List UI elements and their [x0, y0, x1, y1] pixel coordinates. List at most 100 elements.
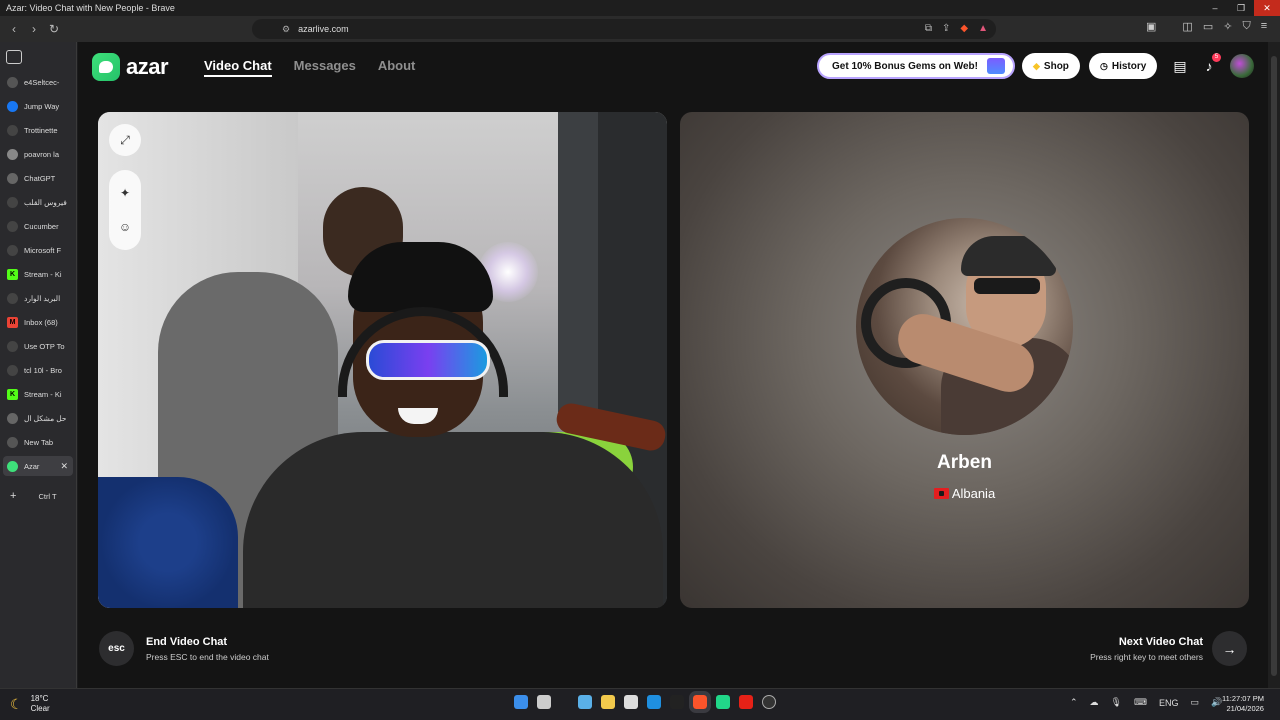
app-icon[interactable] [670, 695, 684, 709]
next-chat-hint: Press right key to meet others [1090, 652, 1203, 662]
start-icon[interactable] [514, 695, 528, 709]
arrow-right-icon: → [1222, 640, 1237, 657]
shop-button[interactable]: ◆ Shop [1022, 53, 1080, 79]
favicon-icon [7, 220, 18, 232]
tab-label: Cucumber [24, 221, 59, 231]
sidebar-tab[interactable]: tcl 10l - Bro [3, 360, 73, 380]
sidebar-tab[interactable]: ChatGPT [3, 168, 73, 188]
taskbar-apps [514, 691, 776, 713]
reload-button[interactable]: ↻ [44, 19, 64, 39]
face-filter-icon[interactable]: ☺ [119, 220, 131, 234]
tab-label: Trottinette [24, 125, 58, 135]
edge-icon[interactable] [647, 695, 661, 709]
keyboard-icon[interactable]: ⌨ [1134, 697, 1147, 708]
sidebar-tab[interactable]: K Stream - Ki [3, 384, 73, 404]
nav-messages[interactable]: Messages [294, 58, 356, 77]
open-external-icon[interactable]: ⧉ [925, 23, 932, 34]
nav-about[interactable]: About [378, 58, 416, 77]
tab-panel-toggle-icon[interactable] [6, 50, 22, 64]
fullscreen-button[interactable]: ⤢ [109, 124, 141, 156]
tab-label: فيروس القلب [24, 197, 67, 207]
favicon-icon: K [7, 388, 18, 400]
wallet-icon[interactable]: ▭ [1203, 20, 1213, 33]
language-indicator[interactable]: ENG [1159, 698, 1179, 708]
sidebar-tab[interactable]: حل مشكل ال [3, 408, 73, 428]
sidebar-tab[interactable]: Use OTP To [3, 336, 73, 356]
url-text[interactable]: azarlive.com [298, 24, 349, 34]
sidebar-tab[interactable]: Cucumber [3, 216, 73, 236]
inbox-icon[interactable]: ▤ [1171, 58, 1189, 74]
end-chat-hint: Press ESC to end the video chat [146, 652, 269, 662]
volume-icon[interactable]: 🔊 [1211, 697, 1222, 708]
nav-video-chat[interactable]: Video Chat [204, 58, 272, 77]
next-chat-title: Next Video Chat [1118, 636, 1203, 648]
weather-condition: Clear [30, 704, 50, 713]
bell-icon[interactable]: ♪ 5 [1200, 53, 1221, 74]
end-chat-button[interactable]: esc [99, 631, 134, 666]
azar-logo[interactable]: azar [92, 53, 169, 81]
gift-icon [987, 58, 1005, 74]
favicon-icon: M [7, 316, 18, 328]
history-button[interactable]: ◷ History [1089, 53, 1158, 79]
microphone-icon[interactable]: 🎙 [1111, 697, 1122, 708]
network-icon[interactable]: ▭ [1191, 697, 1200, 708]
extensions-icon[interactable]: ✧ [1223, 20, 1232, 33]
back-button[interactable]: ‹ [4, 19, 24, 39]
task-view-icon[interactable] [537, 695, 551, 709]
page-scrollbar[interactable] [1268, 42, 1280, 688]
pycharm-icon[interactable] [716, 695, 730, 709]
sidebar-tab[interactable]: Azar ✕ [3, 456, 73, 476]
chevron-up-icon[interactable]: ⌃ [1070, 697, 1078, 708]
clock[interactable]: 11:27:07 PM 21/04/2026 [1222, 694, 1264, 714]
weather-widget[interactable]: ☾ 18°C Clear [10, 694, 50, 714]
sidebar-tab[interactable]: M Inbox (68) [3, 312, 73, 332]
brave-icon[interactable] [689, 691, 711, 713]
notification-badge: 5 [1212, 53, 1221, 62]
tab-label: حل مشكل ال [24, 413, 67, 423]
store-icon[interactable] [624, 695, 638, 709]
history-label: History [1111, 60, 1147, 72]
forward-button[interactable]: › [24, 19, 44, 39]
share-icon[interactable]: ⇪ [942, 23, 950, 34]
new-tab-button[interactable]: + Ctrl T [3, 486, 73, 506]
widgets-icon[interactable] [578, 695, 592, 709]
close-window-button[interactable]: ✕ [1254, 0, 1280, 16]
favicon-icon [7, 172, 18, 184]
sidebar-tab[interactable]: Jump Way [3, 96, 73, 116]
brave-rewards-icon[interactable]: ▲ [978, 23, 988, 34]
profile-avatar[interactable] [1230, 54, 1254, 78]
reader-mode-icon[interactable]: ▣ [1146, 20, 1156, 33]
address-bar[interactable]: ⚙ azarlive.com ⧉ ⇪ ◆ ▲ [252, 19, 996, 39]
bonus-gems-promo[interactable]: Get 10% Bonus Gems on Web! [817, 53, 1015, 79]
sidebar-tab[interactable]: Microsoft F [3, 240, 73, 260]
sidebar-icon[interactable]: ◫ [1182, 20, 1192, 33]
sidebar-tab[interactable]: فيروس القلب [3, 192, 73, 212]
sidebar-tab[interactable]: New Tab [3, 432, 73, 452]
tab-label: tcl 10l - Bro [24, 365, 62, 375]
cloud-icon[interactable]: ☁ [1090, 697, 1099, 708]
sidebar-tab[interactable]: poavron la [3, 144, 73, 164]
minimize-button[interactable]: – [1202, 0, 1228, 16]
menu-icon[interactable]: ≡ [1261, 20, 1267, 33]
date: 21/04/2026 [1226, 704, 1264, 713]
file-explorer-icon[interactable] [601, 695, 615, 709]
obs-icon[interactable] [762, 695, 776, 709]
tab-label: Stream - Ki [24, 269, 62, 279]
system-tray: ⌃ ☁ 🎙 ⌨ ENG ▭ 🔊 [1070, 697, 1222, 708]
sidebar-tab[interactable]: K Stream - Ki [3, 264, 73, 284]
magic-wand-icon[interactable]: ✦ [120, 186, 130, 200]
brave-shields-icon[interactable]: ◆ [960, 23, 968, 34]
site-info-icon[interactable]: ⚙ [282, 24, 290, 35]
maximize-button[interactable]: ❐ [1228, 0, 1254, 16]
sidebar-tab[interactable]: البريد الوارد [3, 288, 73, 308]
next-chat-button[interactable]: → [1212, 631, 1247, 666]
vpn-icon[interactable]: ⛉ [1242, 20, 1250, 33]
sidebar-tab[interactable]: e4Seltcec- [3, 72, 73, 92]
close-tab-icon[interactable]: ✕ [60, 461, 68, 472]
sidebar-tab[interactable]: Trottinette [3, 120, 73, 140]
youtube-icon[interactable] [739, 695, 753, 709]
favicon-icon [7, 100, 18, 112]
favicon-icon [7, 124, 18, 136]
browser-toolbar: ‹ › ↻ ☐ ⚙ azarlive.com ⧉ ⇪ ◆ ▲ ▣ ◫ ▭ ✧ ⛉… [0, 16, 1280, 42]
clock-icon: ◷ [1100, 60, 1108, 71]
